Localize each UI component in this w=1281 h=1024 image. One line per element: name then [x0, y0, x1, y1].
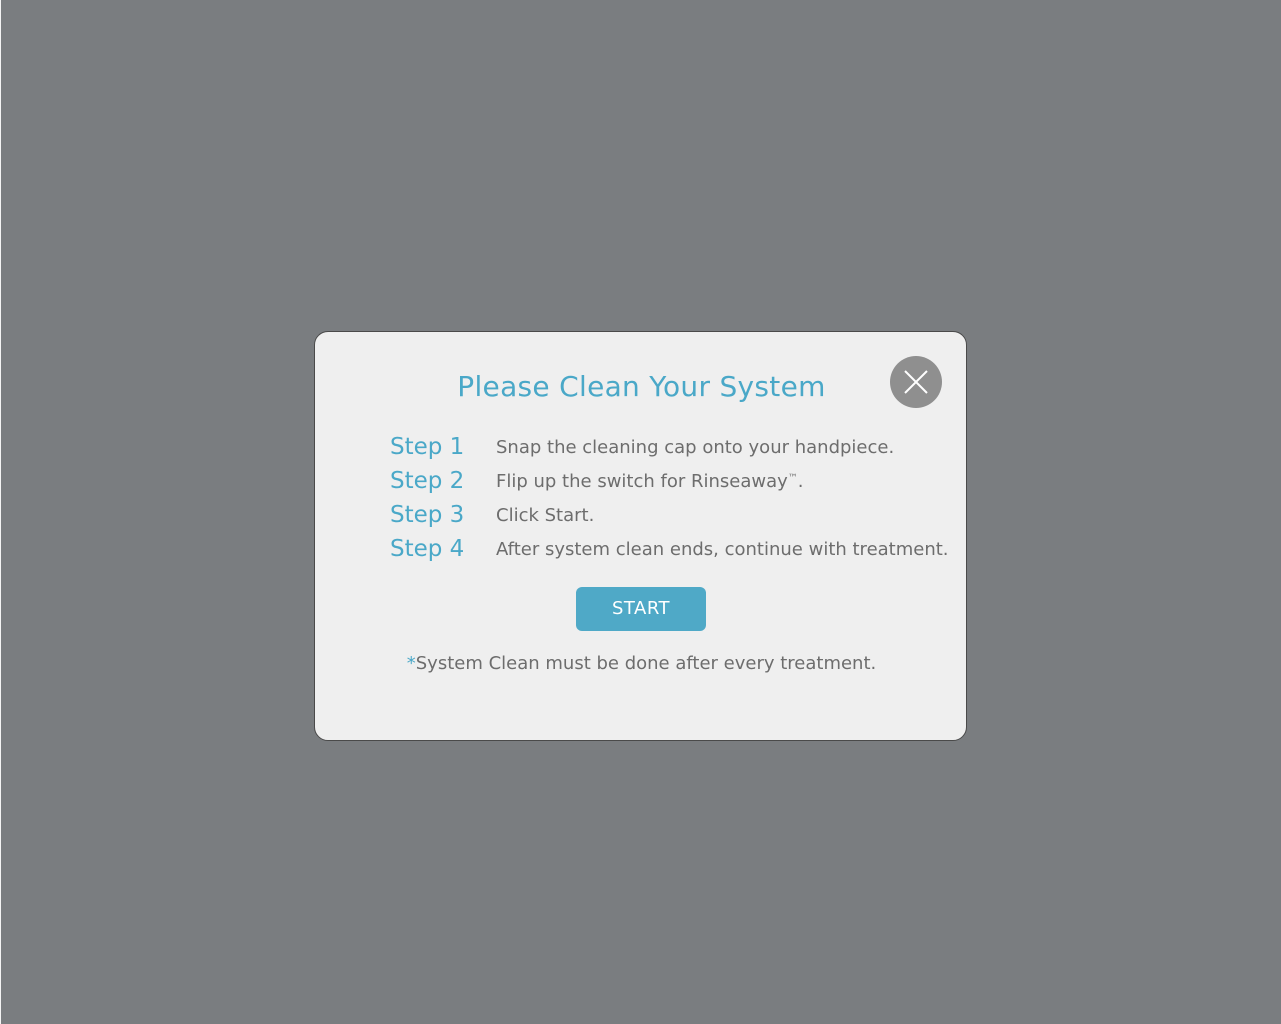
step-label: Step 3: [390, 502, 465, 528]
step-row-4: Step 4 After system clean ends, continue…: [390, 534, 949, 564]
step-text: After system clean ends, continue with t…: [496, 539, 949, 560]
note-text: System Clean must be done after every tr…: [415, 653, 877, 674]
step-text: Snap the cleaning cap onto your handpiec…: [496, 437, 895, 458]
system-clean-note: *System Clean must be done after every t…: [315, 650, 968, 678]
trademark-symbol: ™: [787, 473, 798, 484]
window-edge: [0, 0, 1, 1024]
close-icon: [904, 370, 928, 394]
note-asterisk: *: [406, 653, 416, 674]
step-label: Step 4: [390, 536, 465, 562]
step-label: Step 2: [390, 468, 465, 494]
close-button[interactable]: [890, 356, 942, 408]
step-text: Click Start.: [496, 505, 595, 526]
system-clean-dialog: Please Clean Your System Step 1 Snap the…: [314, 331, 967, 741]
step-row-2: Step 2 Flip up the switch for Rinseaway™…: [390, 466, 930, 496]
dialog-title: Please Clean Your System: [457, 370, 826, 403]
step-text: Flip up the switch for Rinseaway™.: [496, 471, 804, 492]
step-row-1: Step 1 Snap the cleaning cap onto your h…: [390, 432, 930, 462]
step-label: Step 1: [390, 434, 465, 460]
step-row-3: Step 3 Click Start.: [390, 500, 930, 530]
start-button[interactable]: START: [576, 587, 706, 631]
